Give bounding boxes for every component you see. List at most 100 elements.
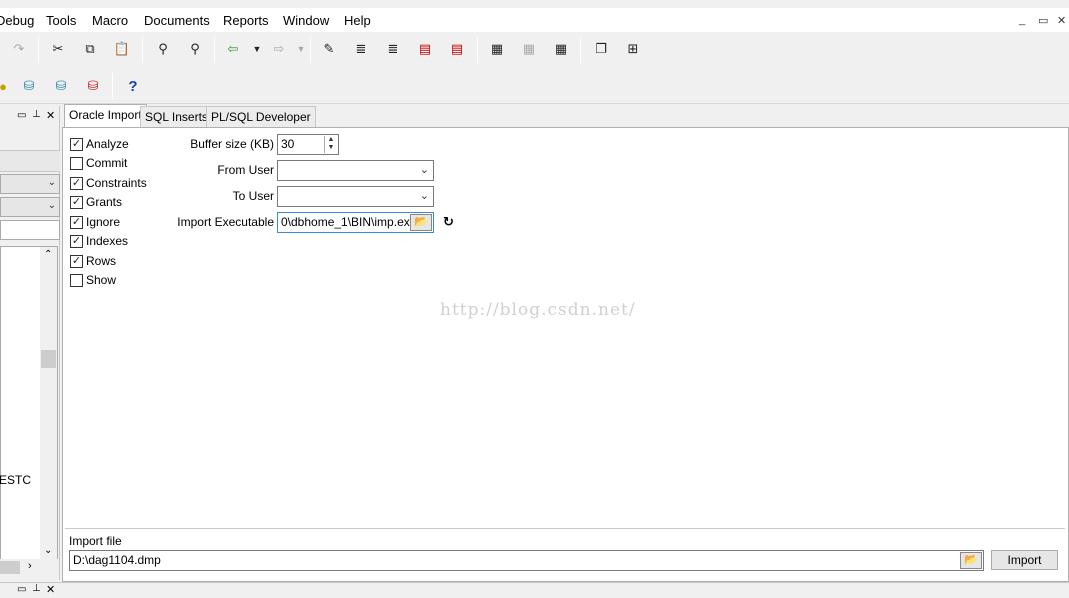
restore-button[interactable]: ▭: [1038, 14, 1048, 27]
menu-documents[interactable]: Documents: [144, 13, 210, 28]
panel-header: [0, 150, 60, 172]
to-user-combo[interactable]: ⌄: [277, 186, 434, 207]
toolbar-separator: [112, 73, 113, 99]
schema-disabled-icon[interactable]: ▦: [518, 38, 540, 60]
menu-reports[interactable]: Reports: [223, 13, 269, 28]
pin-icon[interactable]: ⊥: [32, 109, 41, 120]
folder-open-icon[interactable]: 📂: [960, 552, 982, 569]
bottom-dock-header: ▭ ⊥ ✕: [0, 582, 1069, 598]
import-executable-label: Import Executable: [177, 215, 274, 229]
redo-icon[interactable]: ↷: [8, 38, 30, 60]
list-item[interactable]: ESTC: [0, 473, 31, 487]
option-ignore[interactable]: ✓ Ignore: [70, 214, 120, 230]
toolbar-separator: [477, 37, 478, 63]
forward-icon[interactable]: ⇨: [268, 38, 290, 60]
option-indexes[interactable]: ✓ Indexes: [70, 233, 128, 249]
back-dropdown-icon[interactable]: ▼: [246, 38, 268, 60]
toolbar-separator: [142, 37, 143, 63]
close-button[interactable]: ✕: [1057, 14, 1066, 27]
back-icon[interactable]: ⇦: [222, 38, 244, 60]
import-button[interactable]: Import: [991, 550, 1058, 570]
vertical-scrollbar[interactable]: ⌃ ⌄: [40, 247, 57, 563]
secondary-toolbar: ● ⛁ ⛁ ⛁ ?: [0, 68, 1069, 104]
close-panel-icon[interactable]: ✕: [46, 109, 55, 122]
oracle-import-panel: ✓ Analyze Commit ✓ Constraints ✓ Grants ✓ Ig…: [62, 127, 1069, 582]
checkbox-label: Show: [86, 273, 117, 287]
import-executable-field[interactable]: 0\dbhome_1\BIN\imp.exe 📂: [277, 212, 434, 233]
tab-oracle-import[interactable]: Oracle Import: [64, 104, 147, 128]
edit-document-icon[interactable]: ✎: [318, 38, 340, 60]
chevron-down-icon: ⌄: [419, 164, 429, 176]
schema-compare-icon[interactable]: ▦: [550, 38, 572, 60]
forward-dropdown-icon[interactable]: ▼: [290, 38, 312, 60]
cut-icon[interactable]: ✂: [47, 38, 69, 60]
to-user-label: To User: [232, 189, 274, 203]
minimize-button[interactable]: _: [1019, 14, 1025, 26]
option-grants[interactable]: ✓ Grants: [70, 194, 122, 210]
option-constraints[interactable]: ✓ Constraints: [70, 175, 147, 191]
buffer-size-spinner[interactable]: 30 ▲ ▼: [277, 134, 339, 155]
checkbox-constraints: ✓: [70, 176, 83, 190]
toolbar-separator: [310, 37, 311, 63]
checkbox-show: [70, 273, 83, 287]
sql-database-icon[interactable]: ⛁: [18, 75, 40, 97]
menu-tools[interactable]: Tools: [46, 13, 76, 28]
database-disconnect-icon[interactable]: ⛁: [82, 75, 104, 97]
import-file-field[interactable]: D:\dag1104.dmp 📂: [69, 550, 984, 571]
option-show[interactable]: Show: [70, 272, 116, 288]
horizontal-scrollbar[interactable]: ›: [0, 559, 58, 576]
scroll-down-icon[interactable]: ⌄: [44, 545, 52, 556]
checkbox-label: Grants: [86, 195, 123, 209]
indent-icon[interactable]: ≣: [350, 38, 372, 60]
option-analyze[interactable]: ✓ Analyze: [70, 136, 129, 152]
buffer-size-label: Buffer size (KB): [190, 137, 274, 151]
import-file-label: Import file: [69, 534, 122, 548]
pin-icon[interactable]: ⊥: [32, 583, 41, 594]
tab-sql-inserts[interactable]: SQL Inserts: [140, 106, 213, 128]
cascade-windows-icon[interactable]: ❐: [590, 38, 612, 60]
checkbox-rows: ✓: [70, 254, 83, 268]
left-dock-panel: ▭ ⊥ ✕ ⌄ ⌄ ESTC ⌃ ⌄ ›: [0, 106, 60, 580]
schema-browser-icon[interactable]: ▦: [486, 38, 508, 60]
scroll-thumb[interactable]: [41, 350, 56, 368]
comment-icon[interactable]: ▤: [414, 38, 436, 60]
menu-window[interactable]: Window: [283, 13, 329, 28]
object-type-combo[interactable]: ⌄: [0, 197, 60, 217]
find-icon[interactable]: ⚲: [152, 38, 174, 60]
help-icon[interactable]: ?: [122, 75, 144, 97]
spin-arrows-icon[interactable]: ▲ ▼: [324, 136, 337, 153]
object-list[interactable]: ESTC ⌃ ⌄: [0, 246, 58, 564]
float-icon[interactable]: ▭: [17, 110, 26, 121]
refresh-icon[interactable]: ↻: [443, 214, 454, 230]
copy-icon[interactable]: ⧉: [79, 38, 101, 60]
scroll-up-icon[interactable]: ⌃: [44, 249, 52, 260]
close-panel-icon[interactable]: ✕: [46, 583, 55, 596]
watermark: http://blog.csdn.net/: [440, 300, 636, 320]
menu-debug[interactable]: Debug: [0, 13, 34, 28]
find-next-icon[interactable]: ⚲: [184, 38, 206, 60]
from-user-combo[interactable]: ⌄: [277, 160, 434, 181]
toolbar-separator: [38, 37, 39, 63]
lightbulb-icon[interactable]: ●: [0, 75, 14, 97]
filter-input[interactable]: [0, 220, 60, 240]
checkbox-label: Constraints: [86, 176, 147, 190]
database-connect-icon[interactable]: ⛁: [50, 75, 72, 97]
paste-icon[interactable]: 📋: [111, 38, 133, 60]
uncomment-icon[interactable]: ▤: [446, 38, 468, 60]
checkbox-indexes: ✓: [70, 234, 83, 248]
option-commit[interactable]: Commit: [70, 155, 127, 171]
option-rows[interactable]: ✓ Rows: [70, 253, 116, 269]
scroll-right-icon[interactable]: ›: [28, 560, 32, 572]
chevron-down-icon: ⌄: [47, 177, 56, 188]
tile-windows-icon[interactable]: ⊞: [622, 38, 644, 60]
folder-open-icon[interactable]: 📂: [410, 214, 432, 231]
outdent-icon[interactable]: ≣: [382, 38, 404, 60]
menu-help[interactable]: Help: [344, 13, 371, 28]
schema-combo[interactable]: ⌄: [0, 174, 60, 194]
checkbox-label: Commit: [86, 156, 128, 170]
scroll-thumb[interactable]: [0, 561, 20, 574]
tab-plsql-developer[interactable]: PL/SQL Developer: [206, 106, 316, 128]
menu-macro[interactable]: Macro: [92, 13, 128, 28]
float-icon[interactable]: ▭: [17, 584, 26, 595]
buffer-size-value: 30: [281, 137, 295, 151]
